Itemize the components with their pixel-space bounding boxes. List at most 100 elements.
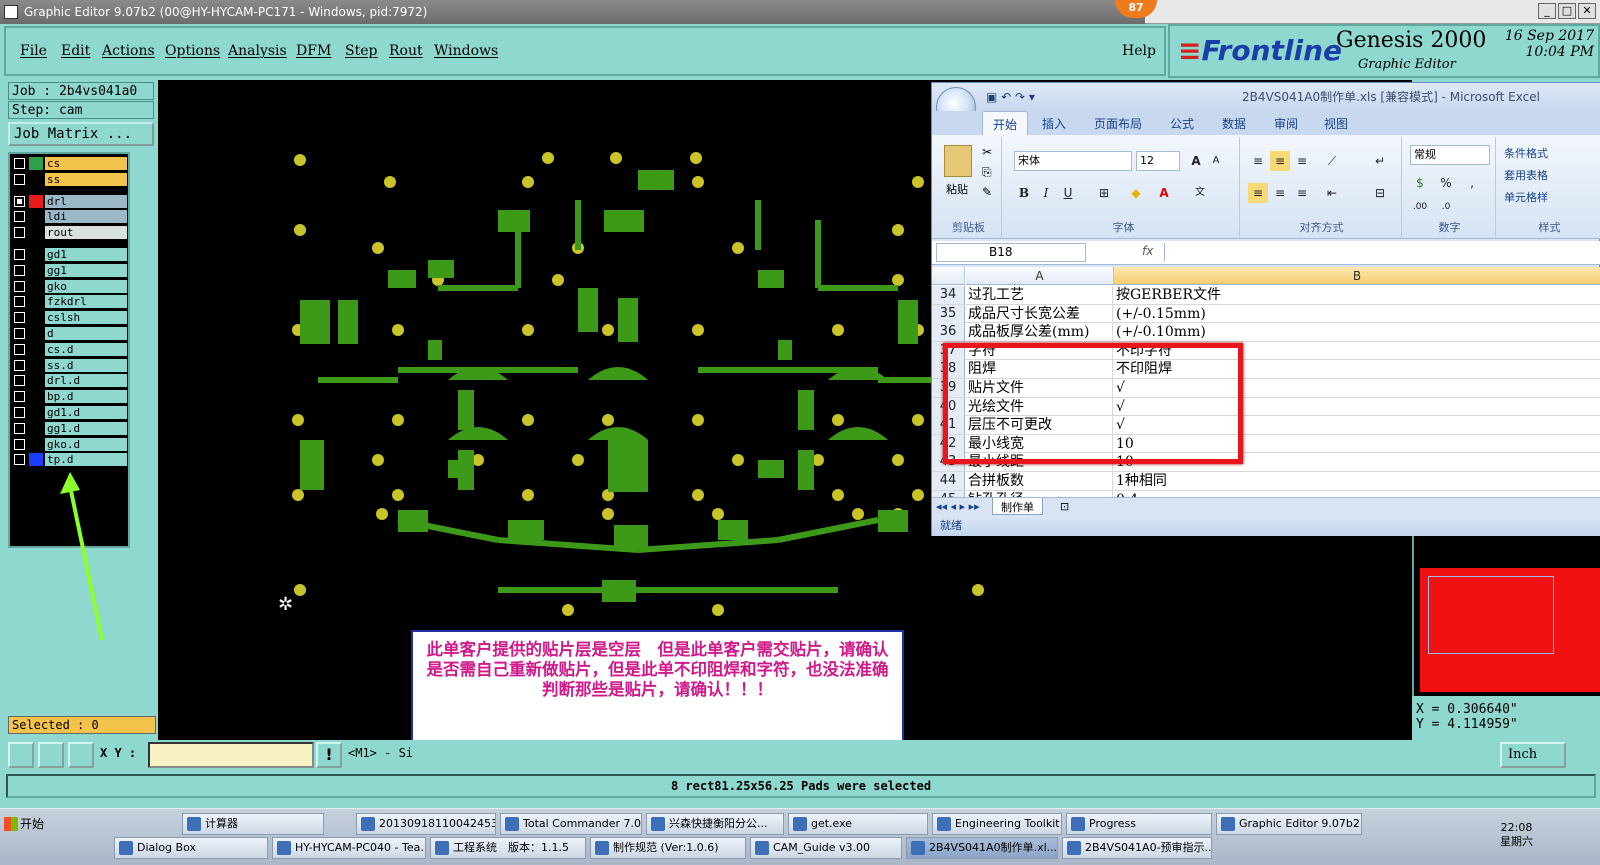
menu-windows[interactable]: Windows	[434, 43, 498, 59]
taskbar-button[interactable]: Total Commander 7.0...	[500, 813, 642, 835]
layer-color-swatch[interactable]	[29, 248, 43, 261]
layer-name[interactable]: drl.d	[45, 374, 127, 388]
grid-icon[interactable]	[68, 742, 94, 768]
taskbar-button[interactable]: 2B4VS041A0制作单.xl...	[906, 837, 1058, 859]
menu-actions[interactable]: Actions	[102, 43, 155, 59]
layer-row[interactable]: cslsh	[12, 310, 128, 325]
layer-color-swatch[interactable]	[29, 226, 43, 240]
layer-row[interactable]: bp.d	[12, 389, 128, 404]
decrease-decimal-icon[interactable]: .0	[1436, 197, 1456, 217]
taskbar-button[interactable]: 20130918110042453...	[356, 813, 496, 835]
layer-checkbox[interactable]	[14, 264, 25, 276]
layer-row[interactable]: gko.d	[12, 437, 128, 452]
merge-icon[interactable]: ⊟	[1370, 183, 1390, 203]
layer-checkbox[interactable]	[14, 328, 25, 339]
overview-panel[interactable]	[1412, 536, 1600, 696]
sheet-tab-active[interactable]: 制作单	[992, 498, 1043, 515]
ribbon-tab[interactable]: 插入	[1042, 115, 1066, 132]
paste-icon[interactable]	[944, 145, 972, 177]
layer-name[interactable]: fzkdrl	[45, 295, 127, 309]
ribbon-tab[interactable]: 页面布局	[1094, 115, 1142, 132]
layer-checkbox[interactable]	[14, 158, 25, 169]
layer-name[interactable]: cs	[45, 157, 127, 170]
copy-icon[interactable]: ⎘	[982, 165, 992, 180]
layer-checkbox[interactable]	[14, 280, 25, 292]
alert-icon[interactable]: !	[316, 742, 342, 768]
orientation-icon[interactable]: ⟋	[1322, 151, 1342, 171]
fx-icon[interactable]: fx	[1142, 244, 1153, 258]
layer-color-swatch[interactable]	[29, 279, 43, 293]
taskbar-button[interactable]: Progress	[1066, 813, 1212, 835]
align-left-icon[interactable]: ≡	[1248, 183, 1268, 203]
layer-row[interactable]: d	[12, 326, 128, 341]
layer-name[interactable]: cs.d	[45, 342, 127, 356]
formula-input[interactable]	[1164, 243, 1598, 262]
align-top-icon[interactable]: ≡	[1248, 151, 1268, 171]
layer-row[interactable]: ss.d	[12, 358, 128, 373]
menu-rout[interactable]: Rout	[389, 43, 423, 59]
menu-options[interactable]: Options	[165, 43, 220, 59]
font-size-box[interactable]: 12	[1136, 151, 1180, 171]
layer-checkbox[interactable]	[14, 375, 25, 387]
table-style-button[interactable]: 套用表格	[1504, 165, 1548, 187]
layer-name[interactable]: ss.d	[45, 358, 127, 372]
comma-icon[interactable]: ,	[1462, 173, 1482, 193]
cell-b[interactable]: (+/-0.10mm)	[1116, 323, 1596, 341]
ribbon-tab[interactable]: 公式	[1170, 115, 1194, 132]
units-button[interactable]: Inch	[1500, 742, 1566, 768]
taskbar-button[interactable]: get.exe	[788, 813, 928, 835]
menu-file[interactable]: File	[20, 43, 47, 59]
tray-clock[interactable]: 22:08 星期六	[1500, 821, 1533, 849]
row-number[interactable]: 36	[932, 323, 965, 342]
layer-checkbox[interactable]	[14, 454, 25, 466]
quick-access-icons[interactable]: ▣ ↶ ↷ ▾	[986, 83, 1035, 111]
layer-color-swatch[interactable]	[29, 358, 43, 372]
layer-name[interactable]: gd1.d	[45, 406, 127, 419]
percent-icon[interactable]: %	[1436, 173, 1456, 193]
menu-help[interactable]: Help	[1122, 43, 1156, 59]
layer-color-swatch[interactable]	[29, 194, 43, 208]
taskbar-button[interactable]: 兴森快捷衡阳分公...	[646, 813, 784, 835]
layer-color-swatch[interactable]	[29, 172, 43, 186]
align-bottom-icon[interactable]: ≡	[1292, 151, 1312, 171]
layer-name[interactable]: ss	[45, 172, 127, 186]
taskbar-button[interactable]: HY-HYCAM-PC040 - Tea...	[272, 837, 426, 859]
layer-row[interactable]: cs	[12, 156, 128, 171]
format-painter-icon[interactable]: ✎	[982, 185, 992, 199]
indent-icon[interactable]: ⇤	[1322, 183, 1342, 203]
column-header-b[interactable]: B	[1114, 267, 1600, 285]
layer-checkbox[interactable]	[14, 211, 25, 223]
layer-name[interactable]: ldi	[45, 210, 127, 224]
paste-button[interactable]: 粘贴	[946, 181, 968, 197]
menu-dfm[interactable]: DFM	[296, 43, 331, 59]
underline-icon[interactable]: U	[1058, 183, 1078, 203]
layer-checkbox[interactable]	[14, 438, 25, 450]
taskbar-button[interactable]: Dialog Box	[114, 837, 268, 859]
layer-row[interactable]: gd1	[12, 247, 128, 262]
layer-checkbox[interactable]	[14, 343, 25, 355]
sheet-row[interactable]: 36 成品板厚公差(mm) (+/-0.10mm)	[932, 323, 1600, 342]
column-header-a[interactable]: A	[966, 267, 1114, 285]
sheet-row[interactable]: 44 合拼板数 1种相同	[932, 472, 1600, 491]
layer-name[interactable]: bp.d	[45, 390, 127, 404]
select-all-corner[interactable]	[932, 267, 965, 285]
layer-row[interactable]: gg1	[12, 263, 128, 278]
xy-input[interactable]	[148, 742, 314, 768]
new-sheet-icon[interactable]: ⊡	[1060, 500, 1069, 513]
layer-name[interactable]: gd1	[45, 248, 127, 261]
layer-color-swatch[interactable]	[29, 327, 43, 340]
zoom-box-icon[interactable]	[8, 742, 34, 768]
sheet-row[interactable]: 34 过孔工艺 按GERBER文件	[932, 286, 1600, 305]
cell-b[interactable]: (+/-0.15mm)	[1116, 305, 1596, 323]
cell-a[interactable]: 合拼板数	[968, 472, 1113, 490]
layer-checkbox[interactable]	[14, 296, 25, 308]
start-button[interactable]: 开始	[2, 813, 60, 835]
row-number[interactable]: 34	[932, 286, 965, 304]
layer-color-swatch[interactable]	[29, 374, 43, 388]
maximize-button[interactable]: □	[1558, 3, 1576, 19]
layer-name[interactable]: rout	[45, 226, 127, 240]
border-icon[interactable]: ⊞	[1094, 183, 1114, 203]
taskbar-button[interactable]: 工程系统 版本：1.1.5	[430, 837, 586, 859]
layer-name[interactable]: gg1.d	[45, 421, 127, 435]
layer-checkbox[interactable]	[14, 359, 25, 371]
